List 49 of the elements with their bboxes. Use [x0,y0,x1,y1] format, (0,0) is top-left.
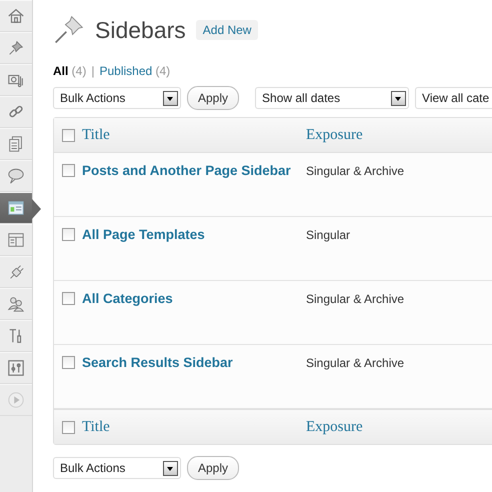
select-all-checkbox[interactable] [62,128,74,142]
apply-button[interactable]: Apply [187,456,240,480]
layout-icon [7,231,25,249]
categories-dropdown[interactable]: View all cate [415,87,492,109]
sidebar-title-link[interactable]: Search Results Sidebar [82,355,233,370]
column-header[interactable]: Title [82,419,110,435]
exposure-cell: Singular & Archive [306,164,404,178]
row-checkbox[interactable] [62,356,74,369]
users-icon [7,295,25,313]
sidebar-item[interactable] [0,224,32,256]
add-new-button[interactable]: Add New [196,20,258,40]
sidebar-item[interactable] [0,32,32,64]
row-checkbox[interactable] [62,164,74,177]
pages-icon [7,135,25,153]
sidebar-title-link[interactable]: Posts and Another Page Sidebar [82,163,291,178]
pushpin-icon [53,14,85,46]
separator-text: | [91,64,94,78]
pushpin-icon [7,39,25,57]
filter-link[interactable]: Published (4) [99,64,170,78]
bulk-actions-dropdown[interactable]: Bulk Actions [53,457,181,479]
sidebar-item[interactable] [0,64,32,96]
sidebar-item[interactable] [0,0,32,32]
row-checkbox[interactable] [62,292,74,305]
home-icon [7,7,25,25]
play-icon [7,391,25,409]
page-title: Sidebars [95,16,186,44]
exposure-cell: Singular & Archive [306,292,404,306]
sidebar-title-link[interactable]: All Categories [82,291,173,306]
sidebar-item[interactable] [0,320,32,352]
sidebar-title-link[interactable]: All Page Templates [82,227,205,242]
sliders-icon [7,359,25,377]
dates-dropdown[interactable]: Show all dates [255,87,410,109]
exposure-cell: Singular & Archive [306,356,404,370]
widget-icon [7,199,25,217]
sidebar-item[interactable] [0,256,32,288]
exposure-cell: Singular [306,228,350,242]
sidebar-item[interactable] [0,96,32,128]
select-all-checkbox[interactable] [62,420,74,434]
row-checkbox[interactable] [62,228,74,241]
column-header[interactable]: Title [82,127,110,143]
speech-bubble-icon [7,167,25,185]
bulk-actions-dropdown[interactable]: Bulk Actions [53,87,181,109]
filter-link[interactable]: All (4) [53,64,86,78]
sidebar-item[interactable] [0,128,32,160]
column-header[interactable]: Exposure [306,419,363,435]
sidebar-item[interactable] [0,352,32,384]
sidebar-item[interactable] [0,288,32,320]
apply-button[interactable]: Apply [187,86,240,110]
column-header[interactable]: Exposure [306,127,363,143]
